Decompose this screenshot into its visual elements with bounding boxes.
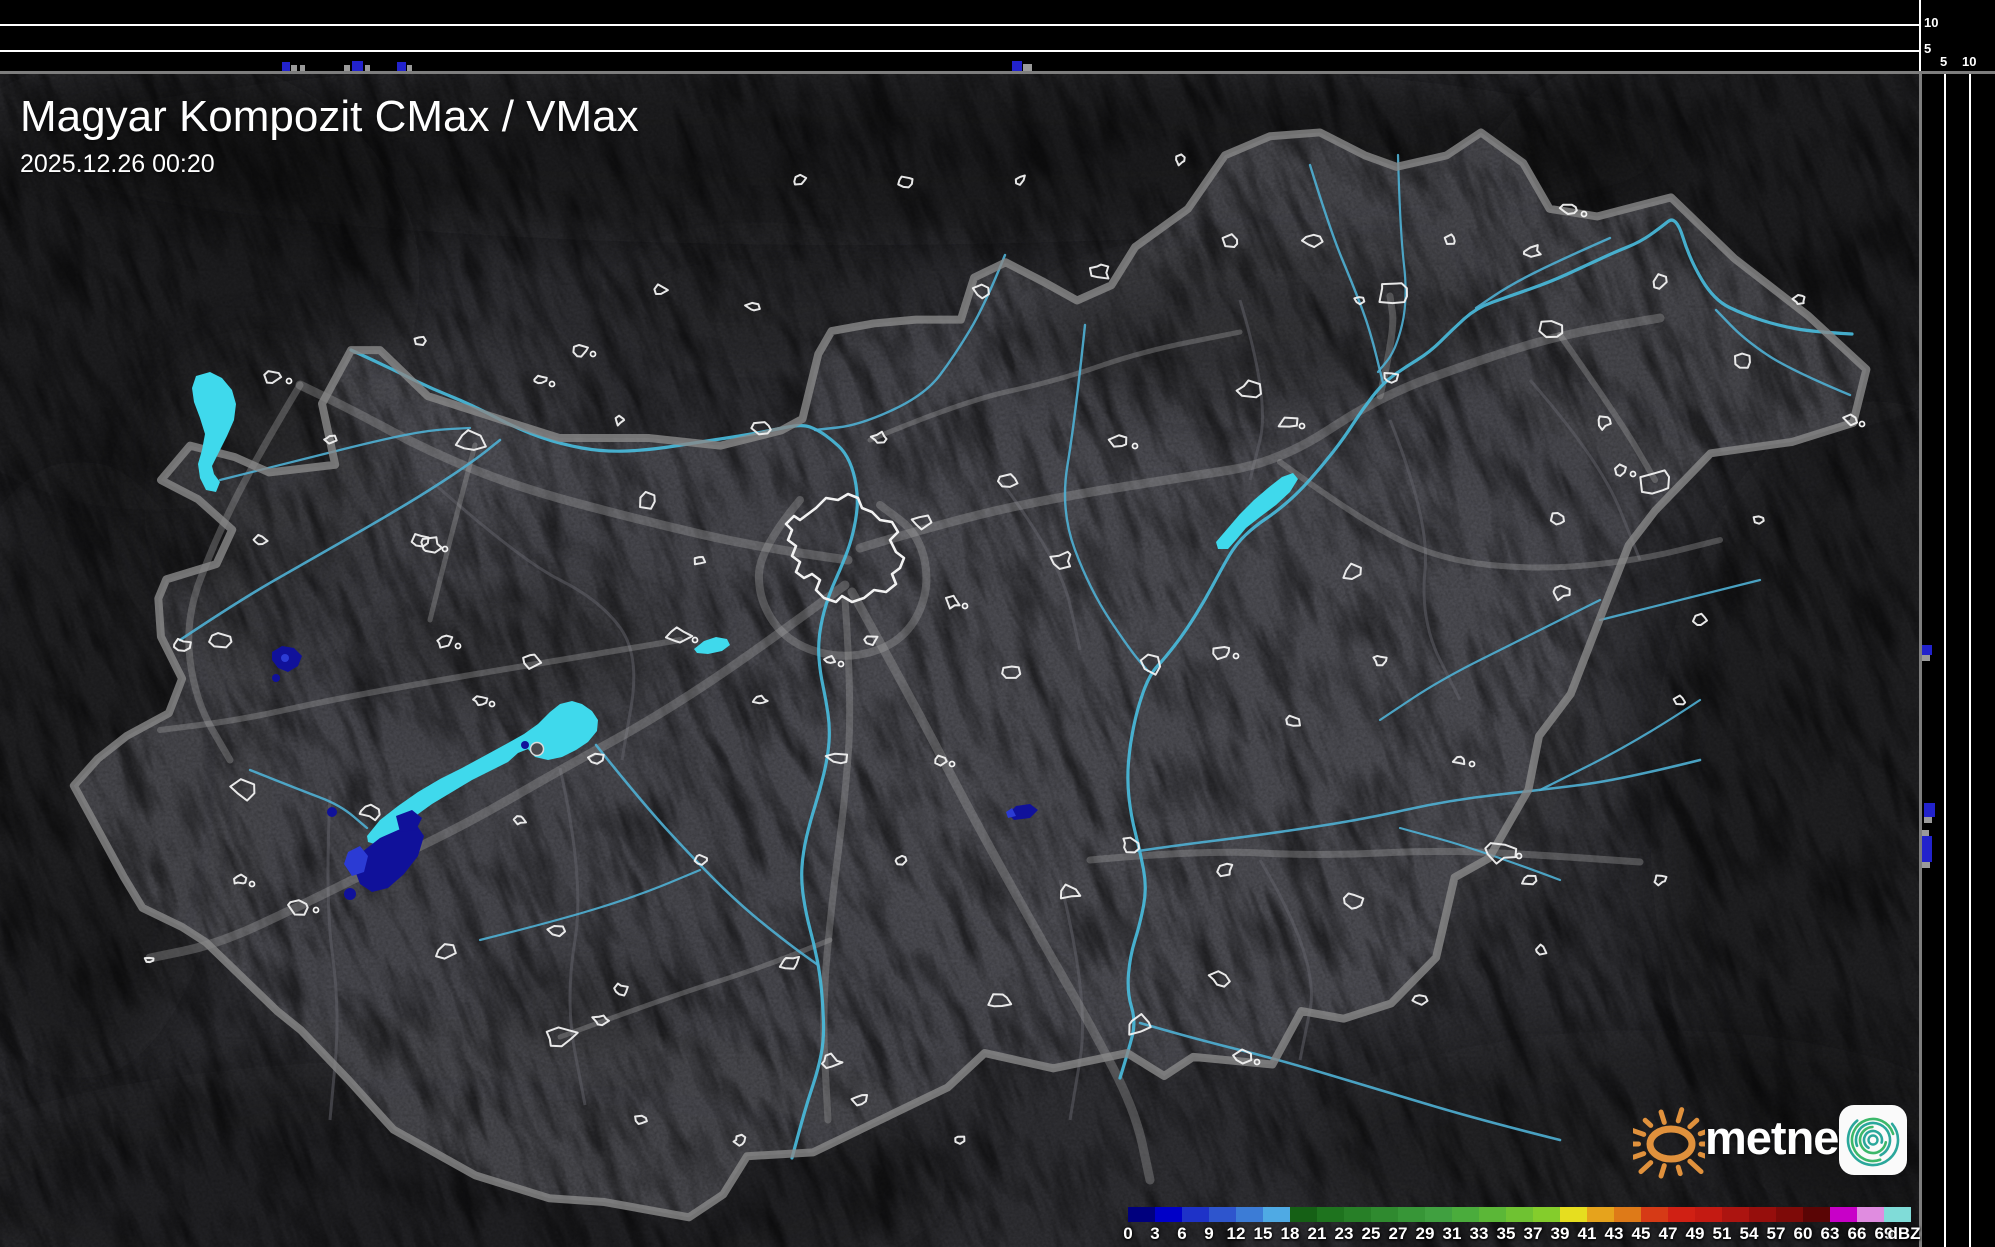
radar-echo: [344, 888, 356, 900]
legend-cell: [1560, 1207, 1587, 1222]
legend-cell: [1182, 1207, 1209, 1222]
map-right-edge: [1919, 74, 1922, 1247]
projection-echo-mark: [1922, 862, 1930, 868]
right-projection-panel: [1920, 72, 1995, 1247]
projection-echo-mark: [1922, 645, 1932, 655]
width-axis-label-5: 5: [1940, 54, 1948, 69]
legend-cell: [1344, 1207, 1371, 1222]
legend-cell: [1668, 1207, 1695, 1222]
legend-cell: [1236, 1207, 1263, 1222]
radar-echo: [281, 654, 289, 662]
height-gridline-5km-vertical: [1944, 74, 1946, 1247]
projection-echo-mark: [1924, 817, 1932, 823]
top-projection-panel: [0, 0, 1995, 72]
sun-icon: [1633, 1107, 1705, 1179]
legend-cell: [1722, 1207, 1749, 1222]
page-title: Magyar Kompozit CMax / VMax: [20, 92, 639, 141]
height-axis-label-10: 10: [1924, 15, 1939, 30]
legend-cell: [1317, 1207, 1344, 1222]
tihany-peninsula: [529, 741, 545, 757]
legend-cell: [1128, 1207, 1155, 1222]
legend-unit: dBZ: [1887, 1224, 1921, 1243]
legend-cell: [1371, 1207, 1398, 1222]
legend-cell: [1209, 1207, 1236, 1222]
legend-cell: [1803, 1207, 1830, 1222]
radar-echo: [272, 674, 280, 682]
title-block: Magyar Kompozit CMax / VMax 2025.12.26 0…: [20, 92, 639, 178]
radar-map: [0, 72, 1920, 1247]
height-axis-label-5: 5: [1924, 41, 1932, 56]
legend-cell: [1263, 1207, 1290, 1222]
legend-cell: [1776, 1207, 1803, 1222]
projection-echo-mark: [1012, 61, 1022, 71]
legend-cell: [1479, 1207, 1506, 1222]
legend-cell: [1857, 1207, 1884, 1222]
panel-divider: [1919, 0, 1921, 72]
projection-echo-mark: [1023, 64, 1032, 71]
legend-cell: [1695, 1207, 1722, 1222]
radar-echo: [521, 741, 529, 749]
width-axis-label-10: 10: [1962, 54, 1977, 69]
height-gridline-10km: [0, 24, 1920, 26]
legend-cell: [1155, 1207, 1182, 1222]
legend-cell: [1533, 1207, 1560, 1222]
projection-echo-mark: [397, 62, 406, 71]
map-top-edge: [0, 71, 1995, 74]
legend-cell: [1398, 1207, 1425, 1222]
radar-echo: [327, 807, 337, 817]
legend-cell: [1290, 1207, 1317, 1222]
legend-cell: [1614, 1207, 1641, 1222]
timestamp: 2025.12.26 00:20: [20, 150, 215, 178]
legend-cell: [1506, 1207, 1533, 1222]
legend-cell: [1452, 1207, 1479, 1222]
legend-cell: [1425, 1207, 1452, 1222]
app-spiral-icon: [1839, 1105, 1907, 1175]
height-gridline-10km-vertical: [1969, 74, 1971, 1247]
projection-echo-mark: [1922, 836, 1932, 862]
height-gridline-5km: [0, 50, 1920, 52]
projection-echo-mark: [1922, 655, 1930, 661]
logo-text: metnet: [1705, 1111, 1854, 1164]
legend-cell: [1884, 1207, 1911, 1222]
legend-cell: [1830, 1207, 1857, 1222]
metnet-logo: metnet: [1633, 1092, 1913, 1184]
projection-echo-mark: [1924, 803, 1935, 817]
projection-echo-mark: [352, 61, 363, 71]
legend-cell: [1587, 1207, 1614, 1222]
legend-cell: [1749, 1207, 1776, 1222]
radar-page: { "header": { "title": "Magyar Kompozit …: [0, 0, 1995, 1247]
legend-cell: [1641, 1207, 1668, 1222]
projection-echo-mark: [282, 62, 290, 71]
